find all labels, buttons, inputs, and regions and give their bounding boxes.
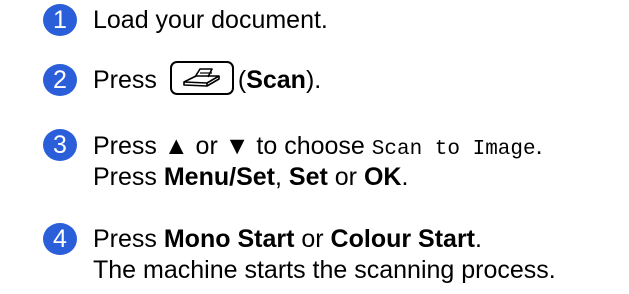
- menu-set-key-label: Menu/Set: [163, 163, 275, 191]
- step-4-line-2: The machine starts the scanning process.: [93, 256, 556, 284]
- scan-key-label: Scan: [246, 66, 306, 94]
- step-3-sep-1: ,: [274, 163, 282, 191]
- step-2-press: Press: [93, 66, 157, 94]
- step-3-line-2-prefix: Press: [93, 163, 157, 191]
- step-3-line-2: Press Menu/Set, Set or OK.: [93, 162, 408, 192]
- menu-option-code: Scan to Image: [371, 138, 536, 161]
- step-3-line-1: Press ▲ or ▼ to choose Scan to Image.: [93, 131, 543, 165]
- step-4-line-1: Press Mono Start or Colour Start.: [93, 224, 482, 254]
- scanner-key-icon: [183, 68, 220, 88]
- step-2-text: Press (Scan).: [93, 61, 322, 96]
- step-1-text: Load your document.: [93, 6, 328, 34]
- step-number-3: 3: [43, 129, 77, 161]
- step-3-line-1-end: .: [535, 132, 543, 160]
- step-2-close-paren: ).: [305, 66, 322, 94]
- step-4-sep: or: [301, 225, 324, 253]
- scan-key-button: [169, 61, 234, 96]
- step-4-end: .: [475, 225, 482, 253]
- step-4-line-1-prefix: Press: [93, 225, 157, 253]
- step-3-line-1-prefix: Press ▲ or ▼ to choose: [93, 132, 365, 160]
- ok-key-label: OK: [363, 163, 402, 191]
- step-number-4: 4: [43, 223, 77, 255]
- step-3-sep-2: or: [334, 163, 357, 191]
- step-number-2: 2: [43, 64, 77, 96]
- step-2-open-paren: (: [237, 66, 247, 94]
- colour-start-key-label: Colour Start: [330, 225, 475, 253]
- mono-start-key-label: Mono Start: [163, 225, 295, 253]
- step-3-end: .: [401, 163, 409, 191]
- set-key-label: Set: [288, 163, 328, 191]
- step-number-1: 1: [43, 4, 77, 36]
